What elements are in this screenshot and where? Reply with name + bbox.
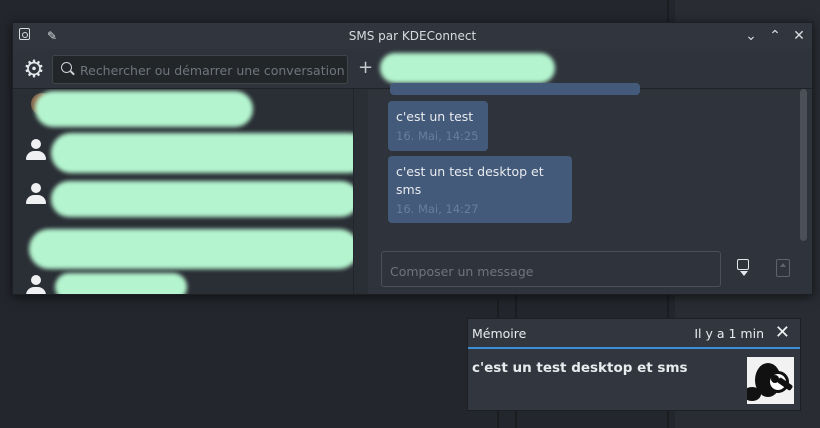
redacted-contact-name bbox=[35, 91, 253, 127]
conversation-item[interactable] bbox=[23, 223, 353, 269]
sms-window: ✎ SMS par KDEConnect ⌄ ⌃ ✕ ⚙ + bbox=[12, 22, 813, 295]
message-bubble: c'est un test desktop et sms 16. Mai, 14… bbox=[388, 156, 572, 223]
redacted-contact-name bbox=[380, 53, 555, 83]
person-icon bbox=[25, 139, 47, 163]
chat-area: c'est un test 16. Mai, 14:25 c'est un te… bbox=[368, 83, 812, 294]
conversation-item[interactable] bbox=[23, 133, 353, 173]
notification-time: Il y a 1 min bbox=[694, 326, 764, 341]
redacted-contact-name bbox=[55, 273, 187, 294]
gear-icon[interactable]: ⚙ bbox=[21, 56, 47, 82]
message-composer[interactable] bbox=[381, 251, 721, 287]
conversation-list bbox=[13, 89, 353, 294]
notification-body: c'est un test desktop et sms bbox=[472, 360, 688, 376]
tux-icon bbox=[747, 357, 794, 404]
conversation-item[interactable] bbox=[23, 269, 343, 294]
message-input[interactable] bbox=[388, 261, 712, 281]
person-icon bbox=[25, 275, 47, 294]
search-input[interactable] bbox=[78, 60, 347, 81]
close-icon[interactable]: ✕ bbox=[775, 322, 790, 343]
notification-header: Mémoire Il y a 1 min ✕ bbox=[468, 319, 800, 349]
search-icon bbox=[61, 62, 72, 73]
close-icon[interactable]: ✕ bbox=[790, 27, 808, 45]
conversation-item[interactable] bbox=[23, 177, 353, 217]
message-bubble: c'est un test 16. Mai, 14:25 bbox=[388, 101, 488, 151]
notification-app-name: Mémoire bbox=[472, 326, 527, 341]
new-conversation-button[interactable]: + bbox=[358, 57, 373, 78]
message-time: 16. Mai, 14:25 bbox=[396, 129, 479, 143]
redacted-contact-name bbox=[51, 181, 353, 217]
search-box[interactable] bbox=[52, 55, 348, 84]
message-text: c'est un test desktop et sms bbox=[396, 164, 544, 197]
redacted-contact-name bbox=[29, 229, 353, 269]
send-icon[interactable] bbox=[776, 259, 790, 277]
conversation-list-scrollbar[interactable] bbox=[353, 89, 369, 294]
notification-popup[interactable]: Mémoire Il y a 1 min ✕ c'est un test des… bbox=[467, 318, 801, 411]
conversation-item[interactable] bbox=[23, 91, 343, 127]
attach-icon[interactable] bbox=[737, 259, 751, 279]
window-title: SMS par KDEConnect bbox=[348, 29, 477, 43]
title-bar[interactable]: ✎ SMS par KDEConnect ⌄ ⌃ ✕ bbox=[13, 23, 812, 49]
maximize-icon[interactable]: ⌃ bbox=[766, 27, 784, 45]
redacted-contact-name bbox=[51, 133, 353, 173]
minimize-icon[interactable]: ⌄ bbox=[742, 27, 760, 45]
message-text: c'est un test bbox=[396, 109, 474, 124]
chat-scrollbar[interactable] bbox=[800, 89, 807, 241]
person-icon bbox=[25, 183, 47, 207]
message-bubble bbox=[390, 83, 640, 95]
message-time: 16. Mai, 14:27 bbox=[396, 202, 479, 216]
